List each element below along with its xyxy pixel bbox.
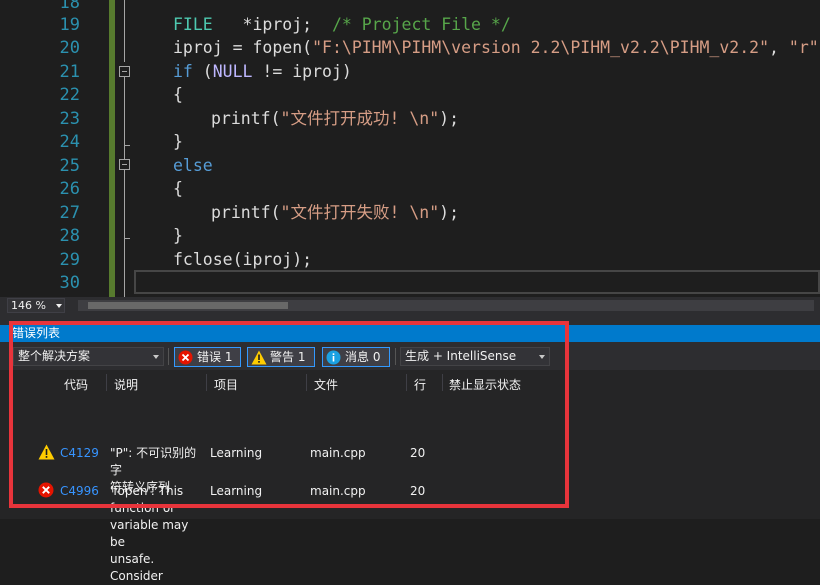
toolbar-separator [395,348,396,365]
change-tracking-bar [109,0,115,297]
column-header-description[interactable]: 说明 [114,376,138,393]
editor-status-strip: 146 % [0,297,820,315]
column-divider[interactable] [206,374,207,391]
code-line-22: { [173,85,183,104]
error-description: 'fopen': This function or variable may b… [110,483,206,585]
errors-count-label: 错误 1 [197,350,233,364]
error-list-toolbar: 整个解决方案 错误 1 警告 1 消息 0 生成 + IntelliSense [0,342,820,370]
panel-title: 错误列表 [0,325,820,342]
collapse-icon[interactable] [119,66,130,77]
messages-filter-button[interactable]: 消息 0 [322,347,390,367]
error-code-link[interactable]: C4996 [60,483,99,500]
error-code-link[interactable]: C4129 [60,445,99,462]
outline-line [124,0,125,62]
error-line: 20 [410,446,426,460]
current-line-highlight [134,270,820,294]
description-line: "P": 不可识别的字 [110,446,197,477]
code-line-19: FILE *iproj; /* Project File */ [173,15,511,34]
column-header-project[interactable]: 项目 [214,376,238,393]
chevron-down-icon [56,304,62,308]
line-number: 30 [59,273,80,293]
warning-icon [251,350,267,370]
line-number: 23 [59,109,80,129]
code-line-28: } [173,226,183,245]
warning-icon [38,444,55,464]
column-header-file[interactable]: 文件 [314,376,338,393]
line-number-gutter: 18 19 20 21 22 23 24 25 26 27 28 29 30 [0,0,92,297]
error-icon [38,482,54,502]
column-divider[interactable] [406,374,407,391]
messages-count-label: 消息 0 [345,350,381,364]
error-file: main.cpp [310,484,366,498]
scope-value: 整个解决方案 [18,349,91,363]
line-number: 28 [59,226,80,246]
code-line-29: fclose(iproj); [173,250,313,269]
source-filter-value: 生成 + IntelliSense [405,349,517,363]
zoom-dropdown[interactable]: 146 % [7,298,65,313]
scope-dropdown[interactable]: 整个解决方案 [13,347,164,366]
column-divider[interactable] [106,374,107,391]
code-line-27: printf("文件打开失败! \n"); [211,203,460,222]
line-number: 26 [59,179,80,199]
column-divider[interactable] [442,374,443,391]
line-number: 29 [59,250,80,270]
error-file: main.cpp [310,446,366,460]
chevron-down-icon [153,355,159,359]
column-header-line[interactable]: 行 [414,376,426,393]
code-line-23: printf("文件打开成功! \n"); [211,109,460,128]
line-number: 19 [59,15,80,35]
line-number: 21 [59,62,80,82]
error-icon [178,350,193,370]
column-divider[interactable] [306,374,307,391]
description-line: variable may be [110,518,189,549]
outline-line [124,238,125,297]
line-number: 22 [59,85,80,105]
error-grid: 代码 说明 项目 文件 行 禁止显示状态 C4129 "P": 不可识别的字 符… [0,370,820,583]
warnings-filter-button[interactable]: 警告 1 [247,347,315,367]
outline-line [124,170,125,238]
column-header-suppression[interactable]: 禁止显示状态 [449,376,521,393]
warnings-count-label: 警告 1 [270,350,306,364]
description-line: function or [110,501,176,515]
horizontal-scrollbar[interactable] [78,300,814,311]
collapse-icon[interactable] [119,159,130,170]
line-number: 24 [59,132,80,152]
errors-filter-button[interactable]: 错误 1 [174,347,241,367]
zoom-value: 146 % [11,299,46,312]
outline-line [124,145,125,159]
code-line-21: if (NULL != iproj) [173,62,352,81]
line-number: 25 [59,156,80,176]
source-filter-dropdown[interactable]: 生成 + IntelliSense [400,347,550,366]
toolbar-separator [168,348,169,365]
info-icon [326,350,341,370]
column-header-code[interactable]: 代码 [64,376,88,393]
error-line: 20 [410,484,426,498]
code-line-24: } [173,132,183,151]
code-line-20: iproj = fopen("F:\PIHM\PIHM\version 2.2\… [173,38,820,57]
line-number: 20 [59,38,80,58]
description-line: unsafe. Consider [110,552,163,583]
error-project: Learning [210,484,263,498]
code-line-26: { [173,179,183,198]
description-line: 'fopen': This [110,484,184,498]
error-project: Learning [210,446,263,460]
error-list-panel: 错误列表 整个解决方案 错误 1 警告 1 消息 0 生成 + IntelliS… [0,325,820,583]
chevron-down-icon [539,355,545,359]
panel-splitter[interactable] [0,315,820,325]
code-editor[interactable]: 18 19 20 21 22 23 24 25 26 27 28 29 30 F… [0,0,820,297]
scrollbar-thumb[interactable] [88,302,288,309]
outline-line [124,77,125,145]
line-number: 27 [59,203,80,223]
code-line-25: else [173,156,213,175]
